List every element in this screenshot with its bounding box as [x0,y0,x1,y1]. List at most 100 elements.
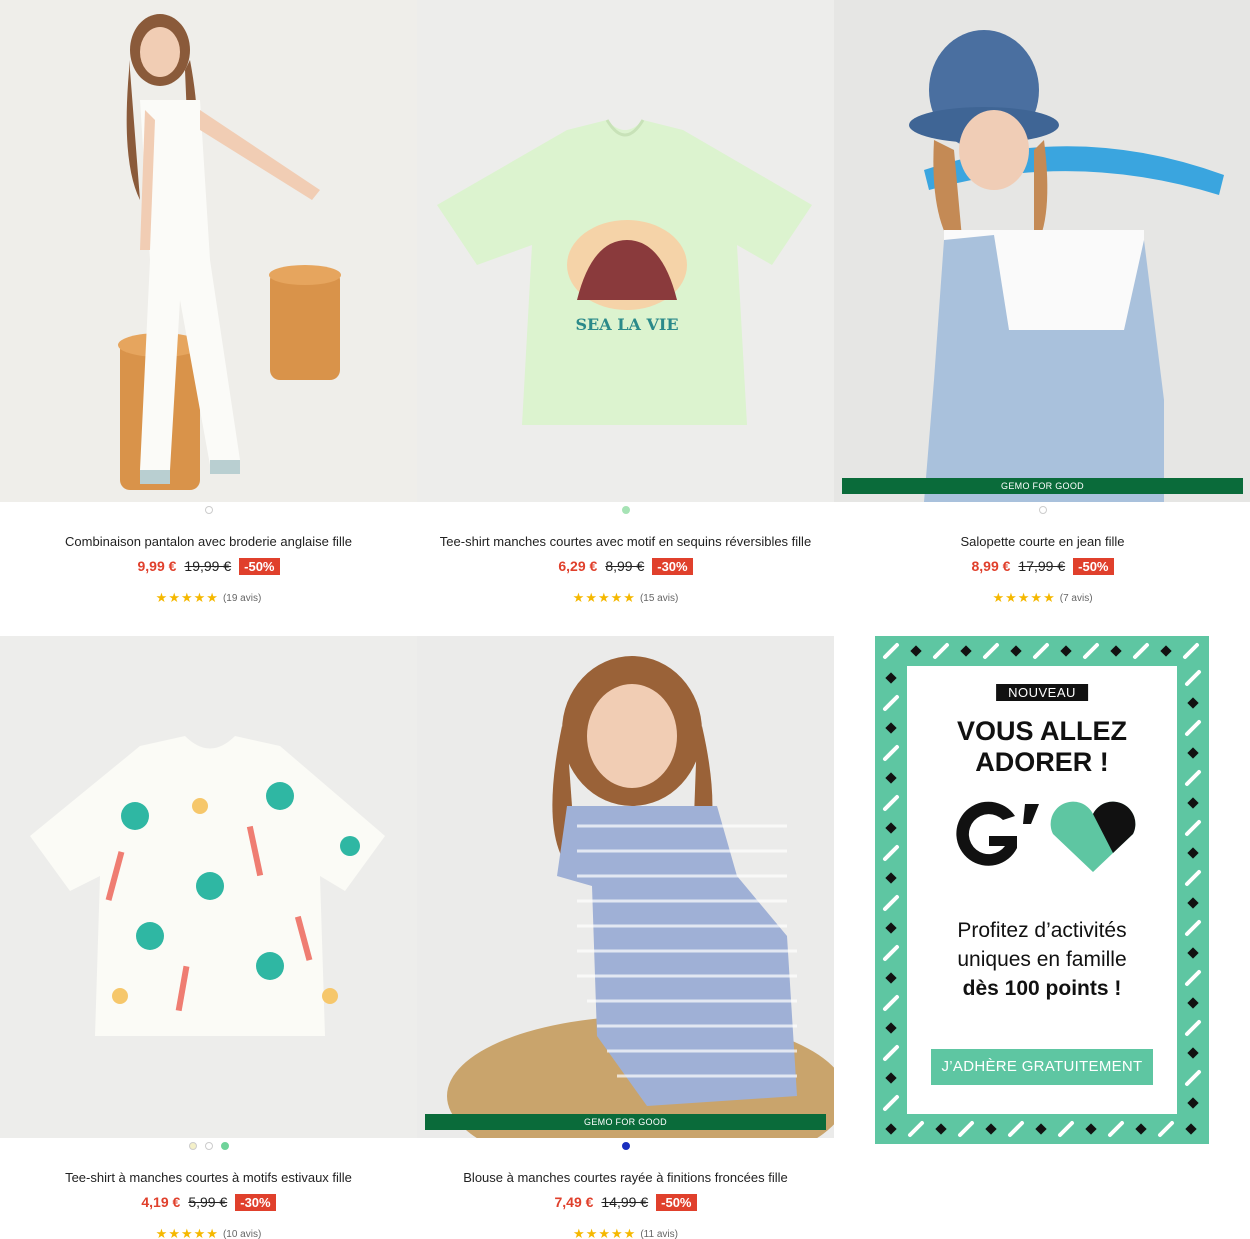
promo-text-highlight: dès 100 points ! [962,977,1122,1000]
product-card[interactable]: GEMO FOR GOOD Blouse à manches courtes r… [417,636,834,1239]
gemo-for-good-badge: GEMO FOR GOOD [842,478,1243,494]
pattern-dash [883,1095,899,1111]
new-tag: NOUVEAU [996,684,1088,701]
rating[interactable]: ★★★★★ (11 avis) [417,1226,834,1239]
product-image[interactable]: GEMO FOR GOOD [834,0,1250,502]
product-card[interactable]: Combinaison pantalon avec broderie angla… [0,0,417,606]
original-price: 5,99 € [188,1194,228,1210]
pattern-diamond [885,772,897,784]
pattern-dash [883,895,899,911]
product-photo-girl-jumpsuit [0,0,417,502]
price-row: 6,29 € 8,99 € -30% [417,556,834,576]
pattern-diamond [985,1123,997,1135]
sale-price: 7,49 € [554,1194,594,1210]
original-price: 14,99 € [601,1194,649,1210]
pattern-diamond [885,1123,897,1135]
gemo-for-good-badge: GEMO FOR GOOD [425,1114,826,1130]
sale-price: 4,19 € [141,1194,181,1210]
pattern-dash [1183,643,1199,659]
color-swatch[interactable] [204,506,213,514]
product-image[interactable]: SEA LA VIE [417,0,834,502]
pattern-diamond [885,722,897,734]
product-name[interactable]: Tee-shirt manches courtes avec motif en … [417,534,834,552]
product-name[interactable]: Tee-shirt à manches courtes à motifs est… [0,1170,417,1188]
product-name[interactable]: Salopette courte en jean fille [834,534,1250,552]
rating[interactable]: ★★★★★ (15 avis) [417,590,834,606]
color-swatch[interactable] [220,1142,229,1150]
color-swatch[interactable] [621,506,630,514]
price-row: 9,99 € 19,99 € -50% [0,556,417,576]
discount-badge: -30% [652,557,693,575]
pattern-diamond [1187,847,1199,859]
pattern-dash [1108,1121,1124,1137]
rating[interactable]: ★★★★★ (7 avis) [834,590,1250,606]
pattern-diamond [885,1022,897,1034]
pattern-diamond [1160,645,1172,657]
product-card[interactable]: SEA LA VIE Tee-shirt manches courtes ave… [417,0,834,606]
rating[interactable]: ★★★★★ (19 avis) [0,590,417,606]
product-card[interactable]: GEMO FOR GOOD Salopette courte en jean f… [834,0,1250,606]
pattern-dash [883,695,899,711]
product-name[interactable]: Blouse à manches courtes rayée à finitio… [417,1170,834,1188]
pattern-diamond [885,1072,897,1084]
product-image[interactable]: GEMO FOR GOOD [417,636,834,1138]
pattern-diamond [1187,1097,1199,1109]
review-count: (7 avis) [1059,592,1093,604]
promo-text-line: uniques en famille [957,948,1127,971]
pattern-diamond [1085,1123,1097,1135]
pattern-dash [883,845,899,861]
discount-badge: -50% [656,1193,697,1211]
product-photo-tshirt-shell: SEA LA VIE [417,0,834,502]
pattern-diamond [1187,697,1199,709]
pattern-diamond [910,645,922,657]
product-image[interactable] [0,0,417,502]
original-price: 19,99 € [184,558,232,574]
color-swatch[interactable] [204,1142,213,1150]
color-swatches [0,1138,417,1154]
star-rating-icon: ★★★★★ [572,590,636,605]
pattern-diamond [885,972,897,984]
discount-badge: -30% [235,1193,276,1211]
join-free-button[interactable]: J’ADHÈRE GRATUITEMENT [931,1049,1153,1085]
pattern-diamond [1135,1123,1147,1135]
color-swatch[interactable] [621,1142,630,1150]
pattern-dash [933,643,949,659]
pattern-dash [1058,1121,1074,1137]
color-swatch[interactable] [188,1142,197,1150]
color-swatch[interactable] [1038,506,1047,514]
rating[interactable]: ★★★★★ (10 avis) [0,1226,417,1239]
product-photo-denim-overalls [834,0,1250,502]
pattern-diamond [1185,1123,1197,1135]
pattern-diamond [1187,1047,1199,1059]
promo-title-line: ADORER ! [975,747,1109,777]
loyalty-promo-banner[interactable]: NOUVEAU VOUS ALLEZ ADORER ! Profitez d’a… [875,636,1209,1144]
review-count: (15 avis) [639,592,679,604]
star-rating-icon: ★★★★★ [992,590,1056,605]
pattern-dash [1185,670,1201,686]
original-price: 8,99 € [605,558,645,574]
pattern-dash [1185,870,1201,886]
color-swatches [0,502,417,518]
review-count: (11 avis) [640,1228,678,1239]
pattern-dash [883,995,899,1011]
pattern-diamond [1010,645,1022,657]
review-count: (19 avis) [222,592,262,604]
promo-text-line: Profitez d’activités [957,919,1127,942]
pattern-dash [1185,820,1201,836]
star-rating-icon: ★★★★★ [155,590,219,605]
color-swatches [417,502,834,518]
product-image[interactable] [0,636,417,1138]
pattern-dash [983,643,999,659]
pattern-diamond [1035,1123,1047,1135]
pattern-dash [883,745,899,761]
original-price: 17,99 € [1018,558,1066,574]
price-row: 4,19 € 5,99 € -30% [0,1192,417,1212]
product-name[interactable]: Combinaison pantalon avec broderie angla… [0,534,417,552]
product-card[interactable]: Tee-shirt à manches courtes à motifs est… [0,636,417,1239]
pattern-dash [883,945,899,961]
sale-price: 8,99 € [971,558,1011,574]
pattern-dash [883,795,899,811]
pattern-diamond [1187,897,1199,909]
discount-badge: -50% [1073,557,1114,575]
svg-text:SEA LA VIE: SEA LA VIE [575,315,678,334]
